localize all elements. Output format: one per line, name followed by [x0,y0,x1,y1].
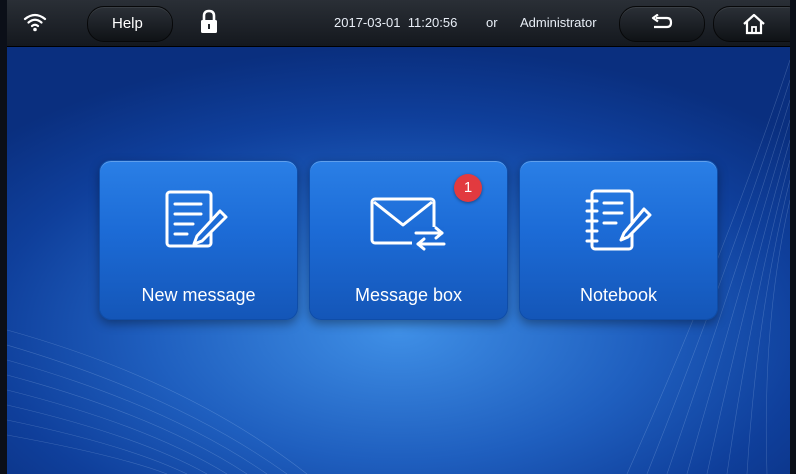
message-box-tile[interactable]: 1 Message box [309,160,508,320]
tile-label: Notebook [579,285,658,305]
tile-label: New message [141,285,256,305]
help-label: Help [112,15,143,32]
home-icon [743,13,765,35]
status-bar: Help 2017-03-01 11:20:56 or Administrato… [7,0,790,47]
notebook-icon [585,189,652,251]
envelope-icon [370,197,446,251]
datetime: 2017-03-01 11:20:56 [334,15,458,30]
user-name: Administrator [520,15,597,30]
hmi-screen: Help 2017-03-01 11:20:56 or Administrato… [7,0,790,474]
unread-badge: 1 [454,174,482,202]
compose-icon [165,190,228,248]
wifi-icon [23,13,47,32]
lock-icon[interactable] [199,9,219,35]
help-button[interactable]: Help [87,6,173,42]
home-button[interactable] [713,6,790,42]
back-button[interactable] [619,6,705,42]
separator-text: or [486,15,498,30]
tile-label: Message box [354,285,463,305]
back-icon [651,14,673,29]
notebook-tile[interactable]: Notebook [519,160,718,320]
new-message-tile[interactable]: New message [99,160,298,320]
